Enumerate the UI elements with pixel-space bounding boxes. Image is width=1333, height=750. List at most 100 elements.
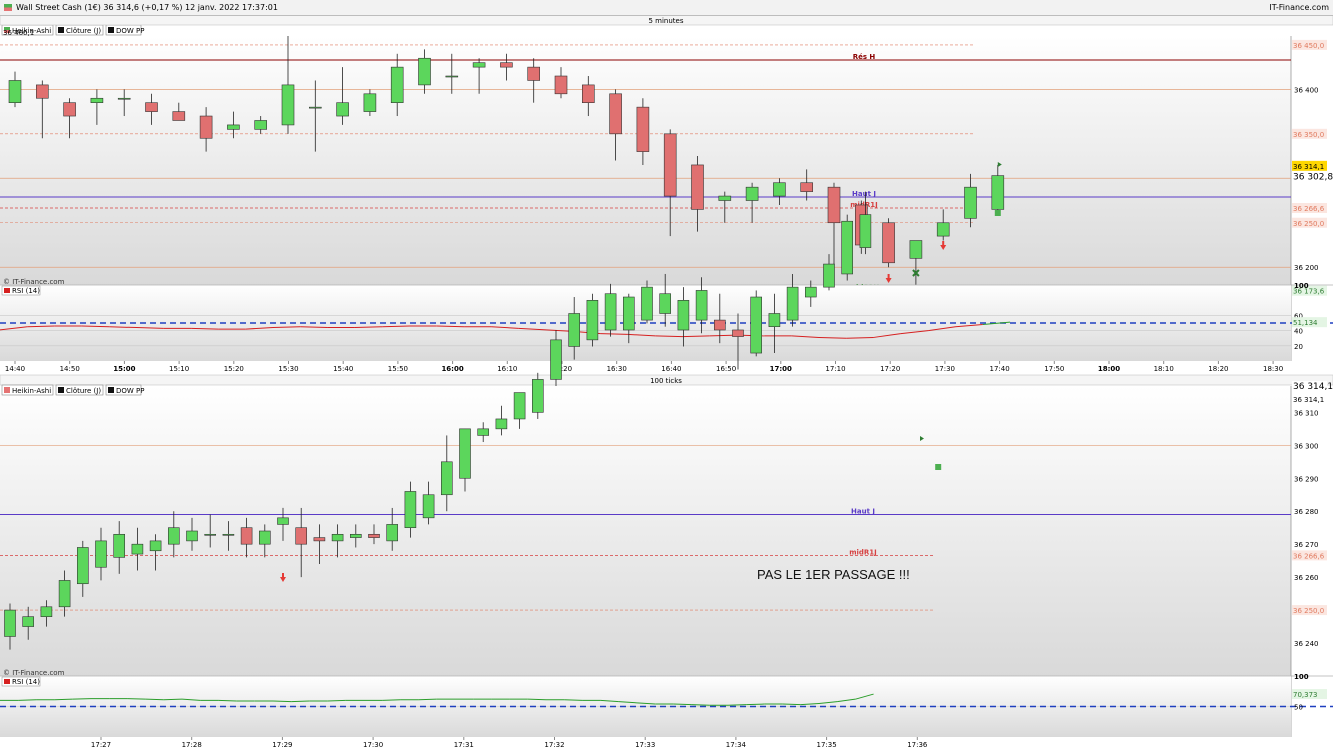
legend-1: Clôture (J) — [66, 387, 101, 395]
candle-body — [363, 93, 377, 112]
candle-body — [199, 115, 213, 139]
candle-body — [827, 186, 841, 224]
candle-body — [936, 222, 950, 237]
time-label: 17:28 — [182, 741, 202, 749]
rsi-label: RSI (14) — [12, 678, 40, 686]
time-label: 16:30 — [607, 365, 627, 373]
rsi-segment — [72, 698, 92, 700]
candle-body — [550, 339, 562, 380]
candle-body — [390, 66, 404, 103]
square-marker-icon — [935, 464, 942, 470]
candle-body — [586, 300, 599, 341]
time-label: 17:30 — [363, 741, 383, 749]
time-label: 16:50 — [716, 365, 736, 373]
time-label: 17:10 — [825, 365, 845, 373]
candle-body — [472, 62, 486, 68]
price-axis-tick: 36 240 — [1294, 640, 1319, 648]
time-label: 18:30 — [1263, 365, 1283, 373]
time-label: 17:00 — [770, 365, 792, 373]
candle-body — [295, 527, 308, 545]
rsi-value-tag: 51,134 — [1293, 319, 1318, 327]
candle-body — [77, 547, 89, 585]
annotation-text: PAS LE 1ER PASSAGE !!! — [757, 567, 910, 582]
candle-body — [800, 182, 814, 192]
candle-body — [554, 75, 568, 95]
time-label: 15:50 — [388, 365, 408, 373]
candle-body — [40, 606, 53, 617]
candle-body — [131, 543, 144, 555]
candle-body — [745, 186, 759, 201]
time-label: 17:20 — [880, 365, 900, 373]
candle-body — [404, 491, 417, 529]
rsi-segment — [782, 703, 801, 706]
rsi-axis-tick: 100 — [1294, 673, 1309, 681]
rsi-segment — [327, 699, 346, 702]
window-title: Wall Street Cash (1€) 36 314,6 (+0,17 %)… — [16, 3, 278, 12]
candle-body — [113, 533, 125, 558]
candle-body — [117, 97, 131, 100]
candle-body — [841, 220, 854, 275]
candle-body — [331, 533, 344, 542]
candle-body — [909, 240, 923, 259]
candle-body — [695, 290, 708, 321]
time-label: 15:40 — [333, 365, 353, 373]
rsi-segment — [564, 699, 583, 701]
rsi-legend-swatch — [4, 679, 10, 684]
rsi-axis-tick: 50 — [1294, 704, 1303, 712]
price-axis-tick: 36 280 — [1294, 508, 1319, 516]
candle-body — [991, 175, 1005, 210]
rsi-segment — [145, 698, 164, 701]
candle-body — [308, 106, 322, 109]
time-label: 17:30 — [935, 365, 955, 373]
time-label: 17:27 — [91, 741, 111, 749]
chart-app-icon — [4, 4, 12, 11]
price-tag: 36 266,6 — [1293, 205, 1325, 213]
candle-body — [823, 263, 835, 288]
time-label: 15:20 — [224, 365, 244, 373]
candle-body — [718, 195, 732, 201]
candle-body — [22, 616, 35, 627]
price-tag: 36 450,0 — [1293, 42, 1324, 50]
legend-0: Heikin-Ashi — [12, 387, 51, 395]
price-plot-bg — [0, 36, 1291, 285]
price-tag: 36 314,1 — [1293, 382, 1333, 392]
candle-body — [732, 329, 744, 337]
time-label: 15:30 — [278, 365, 298, 373]
legend-swatch — [108, 27, 114, 33]
candle-body — [63, 102, 76, 117]
rsi-segment — [291, 700, 310, 703]
rsi-segment — [18, 699, 37, 701]
candle-body — [531, 379, 544, 413]
rsi-segment — [54, 698, 73, 701]
time-label: 17:50 — [1044, 365, 1064, 373]
candle-body — [459, 428, 471, 479]
time-label: 18:20 — [1208, 365, 1228, 373]
level-label-midr: midR1J — [849, 548, 877, 556]
candle-body — [204, 533, 216, 536]
time-label: 17:40 — [990, 365, 1010, 373]
candle-body — [477, 428, 490, 436]
time-label: 15:00 — [113, 365, 135, 373]
candle-body — [313, 537, 326, 542]
time-label: 16:10 — [497, 365, 517, 373]
candle-body — [768, 313, 781, 327]
candle-body — [95, 540, 107, 568]
rsi-axis-tick: 40 — [1294, 328, 1303, 336]
candle-body — [786, 286, 799, 321]
site-name[interactable]: IT-Finance.com — [1269, 0, 1329, 15]
price-axis-tick: 36 310 — [1294, 409, 1319, 417]
rsi-segment — [691, 704, 710, 706]
candle-body — [773, 182, 786, 197]
candle-body — [4, 609, 16, 637]
price-axis-tick: 36 270 — [1294, 541, 1319, 549]
rsi-label: RSI (14) — [12, 287, 40, 295]
candle-body — [386, 524, 399, 542]
candle-body — [581, 84, 595, 103]
rsi-segment — [382, 699, 401, 701]
price-axis-tick: 36 300 — [1294, 442, 1319, 450]
legend-swatch — [108, 387, 114, 393]
candle-body — [172, 111, 186, 121]
candle-body — [622, 296, 635, 331]
candle-body — [168, 527, 180, 545]
rsi-legend-swatch — [4, 288, 10, 293]
